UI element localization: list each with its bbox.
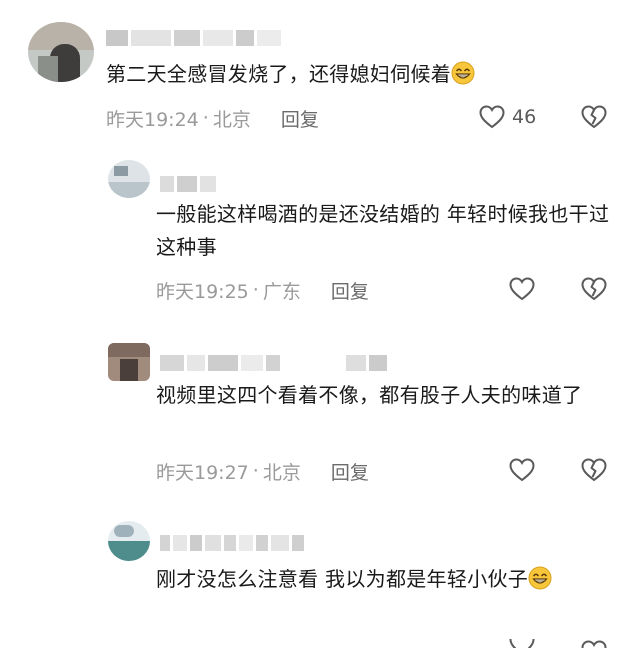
avatar[interactable] <box>108 521 150 561</box>
comment-3: 视频里这四个看着不像，都有股子人夫的味道了 昨天19:27 · 北京 回复 <box>0 335 640 505</box>
avatar[interactable] <box>108 343 150 381</box>
grinning-face-emoji <box>451 61 475 85</box>
reply-button[interactable]: 回复 <box>331 458 369 485</box>
username-blurred[interactable] <box>160 535 304 551</box>
username-blurred[interactable] <box>160 355 387 371</box>
timestamp: 昨天19:25 <box>156 280 249 303</box>
comment-4: 刚才没怎么注意看 我以为都是年轻小伙子 <box>0 515 640 648</box>
broken-heart-icon <box>581 640 607 648</box>
broken-heart-icon <box>581 458 607 482</box>
username-blurred[interactable] <box>106 30 281 46</box>
reply-button[interactable]: 回复 <box>331 277 369 304</box>
location: 北京 <box>212 108 251 131</box>
like-count: 46 <box>512 106 537 128</box>
like-button[interactable] <box>508 276 536 302</box>
comment-text: 刚才没怎么注意看 我以为都是年轻小伙子 <box>156 563 616 596</box>
location: 北京 <box>262 461 301 484</box>
comment-text: 第二天全感冒发烧了，还得媳妇伺候着 <box>106 58 606 91</box>
dislike-button[interactable] <box>580 104 608 134</box>
comment-meta: 昨天19:27 · 北京 回复 <box>156 457 369 485</box>
broken-heart-icon <box>581 105 607 129</box>
location: 广东 <box>262 280 301 303</box>
like-button[interactable]: 46 <box>478 104 536 130</box>
comment-meta: 昨天19:24 · 北京 回复 <box>106 104 319 132</box>
comment-text: 一般能这样喝酒的是还没结婚的 年轻时候我也干过这种事 <box>156 202 610 259</box>
like-button[interactable] <box>508 639 536 648</box>
like-button[interactable] <box>508 457 536 483</box>
grinning-face-emoji <box>528 566 552 590</box>
reply-button[interactable]: 回复 <box>281 105 319 132</box>
dislike-button[interactable] <box>580 457 608 487</box>
comment-2: 一般能这样喝酒的是还没结婚的 年轻时候我也干过这种事 昨天19:25 · 广东 … <box>0 150 640 320</box>
dislike-button[interactable] <box>580 639 608 648</box>
heart-outline-icon <box>509 277 535 301</box>
heart-outline-icon <box>509 458 535 482</box>
avatar[interactable] <box>28 22 94 82</box>
username-blurred[interactable] <box>160 176 216 192</box>
comment-meta: 昨天19:25 · 广东 回复 <box>156 276 369 304</box>
timestamp: 昨天19:27 <box>156 461 249 484</box>
comment-text: 视频里这四个看着不像，都有股子人夫的味道了 <box>156 383 583 407</box>
timestamp: 昨天19:24 <box>106 108 199 131</box>
broken-heart-icon <box>581 277 607 301</box>
heart-outline-icon <box>479 105 505 129</box>
avatar[interactable] <box>108 160 150 198</box>
comment-1: 第二天全感冒发烧了，还得媳妇伺候着 昨天19:24 · 北京 回复 46 <box>0 0 640 140</box>
dislike-button[interactable] <box>580 276 608 306</box>
heart-outline-icon <box>509 639 535 648</box>
